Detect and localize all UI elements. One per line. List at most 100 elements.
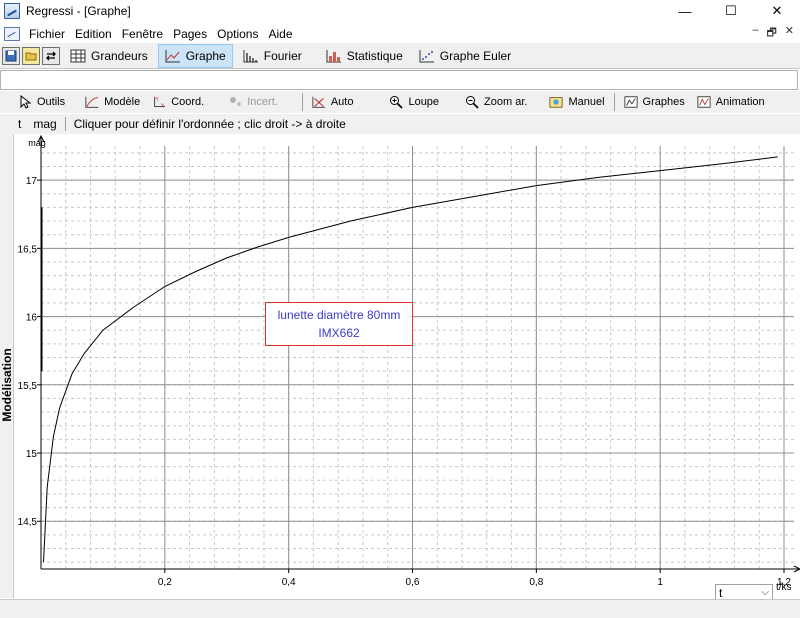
animation-label: Animation [715,96,765,108]
svg-text:Y: Y [155,97,160,103]
swap-arrows-icon[interactable] [42,46,60,65]
y-variable[interactable]: mag [33,117,56,131]
annotation-box[interactable]: lunette diamètre 80mm IMX662 [265,302,413,346]
page-toolbar: Grandeurs Graphe Fourier Statistique Gra… [0,43,800,69]
graph-toolbar: Outils Modèle YX Coord. Incert. Auto Lou… [0,91,800,113]
auto-label: Auto [330,96,354,108]
manual-icon [549,95,564,109]
series-line [43,156,778,563]
zoom-ar-button[interactable]: Zoom ar. [459,92,533,112]
y-tick-label: 14,5 [18,517,38,528]
incert-button[interactable]: Incert. [222,92,284,112]
tab-graphe-euler-label: Graphe Euler [439,48,512,63]
open-folder-icon[interactable] [22,46,40,65]
menu-edition[interactable]: Edition [70,27,117,41]
regressi-window: Regressi - [Graphe] — ☐ ✕ Fichier Editio… [0,0,800,618]
uncertainty-icon [228,95,242,109]
cursor-icon [18,95,32,109]
graphes-label: Graphes [642,96,685,108]
outils-button[interactable]: Outils [12,92,71,112]
menu-pages[interactable]: Pages [168,27,212,41]
histogram-icon [326,49,341,62]
modele-label: Modèle [104,96,141,108]
coord-button[interactable]: YX Coord. [146,92,210,112]
spectrum-icon [243,49,258,62]
zoom-out-icon [465,95,479,109]
document-graph-icon[interactable] [4,26,20,41]
modele-button[interactable]: Modèle [79,92,146,112]
status-separator [64,117,66,131]
manuel-label: Manuel [568,96,605,108]
x-axis-label: t/ks [776,582,792,593]
tab-grandeurs[interactable]: Grandeurs [64,44,154,68]
menu-options[interactable]: Options [212,27,263,41]
x-tick-label: 0,8 [529,577,543,588]
expression-input[interactable] [0,70,798,90]
magnifier-icon [389,95,404,109]
regressi-app-icon [4,3,20,19]
coord-label: Coord. [171,96,205,108]
x-tick-label: 0,6 [406,577,420,588]
toolbar-separator [301,93,303,111]
side-panel-tab[interactable]: Modélisation [0,134,14,598]
x-tick-label: 0,4 [282,577,296,588]
annotation-line-2: IMX662 [318,326,360,340]
y-axis-label: mag [28,138,46,148]
tab-fourier[interactable]: Fourier [237,44,308,68]
auto-button[interactable]: Auto [306,92,360,112]
zoom-ar-label: Zoom ar. [484,96,528,108]
title-bar: Regressi - [Graphe] — ☐ ✕ [0,0,800,22]
loupe-button[interactable]: Loupe [383,92,445,112]
toolbar-separator [613,93,615,111]
loupe-label: Loupe [408,96,440,108]
x-variable[interactable]: t [18,117,21,131]
y-tick-label: 15 [26,449,38,460]
window-controls: — ☐ ✕ [662,0,800,22]
y-tick-label: 16,5 [18,244,38,255]
x-variable-select-value: t [719,586,723,600]
menu-fenetre[interactable]: Fenêtre [117,27,168,41]
line-graph-icon [165,49,180,62]
manuel-button[interactable]: Manuel [543,92,610,112]
mdi-restore-button[interactable]: 🗗 [766,24,776,43]
tab-graphe-label: Graphe [185,48,226,63]
model-icon [85,95,99,109]
tab-graphe[interactable]: Graphe [157,43,233,68]
y-tick-label: 15,5 [18,381,38,392]
mdi-minimize-button[interactable]: – [752,24,758,43]
status-line: t mag Cliquer pour définir l'ordonnée ; … [0,114,800,134]
status-message: Cliquer pour définir l'ordonnée ; clic d… [73,117,346,131]
x-tick-label: 0,2 [158,577,172,588]
animation-button[interactable]: Animation [691,92,771,112]
incert-label: Incert. [247,96,278,108]
mdi-controls: – 🗗 ✕ [752,24,794,43]
animation-icon [697,95,711,109]
tab-statistique-label: Statistique [346,48,403,63]
menu-aide[interactable]: Aide [263,27,297,41]
menu-fichier[interactable]: Fichier [24,27,70,41]
table-icon [70,49,86,62]
svg-text:X: X [161,103,165,109]
tab-grandeurs-label: Grandeurs [91,48,148,63]
annotation-line-1: lunette diamètre 80mm [277,308,401,322]
auto-icon [312,95,326,109]
coord-icon: YX [152,95,166,109]
chart-svg[interactable]: 0,2 0,4 0,6 0,8 1 1,214,51515,51616,517mag [14,134,800,598]
outils-label: Outils [37,96,66,108]
bottom-status-bar [0,599,800,618]
y-tick-label: 16 [26,313,38,324]
x-tick-label: 1 [657,577,663,588]
save-icon[interactable] [2,46,20,65]
minimize-button[interactable]: — [662,0,708,22]
tab-graphe-euler[interactable]: Graphe Euler [413,44,517,68]
scatter-graph-icon [419,49,434,62]
graph-area[interactable]: 0,2 0,4 0,6 0,8 1 1,2 14,5 15 15,5 16 16,5 17 mag [14,134,800,598]
mdi-close-button[interactable]: ✕ [785,24,794,43]
menu-bar: Fichier Edition Fenêtre Pages Options Ai… [0,24,800,43]
tab-statistique[interactable]: Statistique [320,44,409,68]
modelisation-tab-label: Modélisation [0,348,14,422]
graphes-button[interactable]: Graphes [618,92,691,112]
window-title: Regressi - [Graphe] [26,4,131,18]
close-button[interactable]: ✕ [754,0,800,22]
maximize-button[interactable]: ☐ [708,0,754,22]
